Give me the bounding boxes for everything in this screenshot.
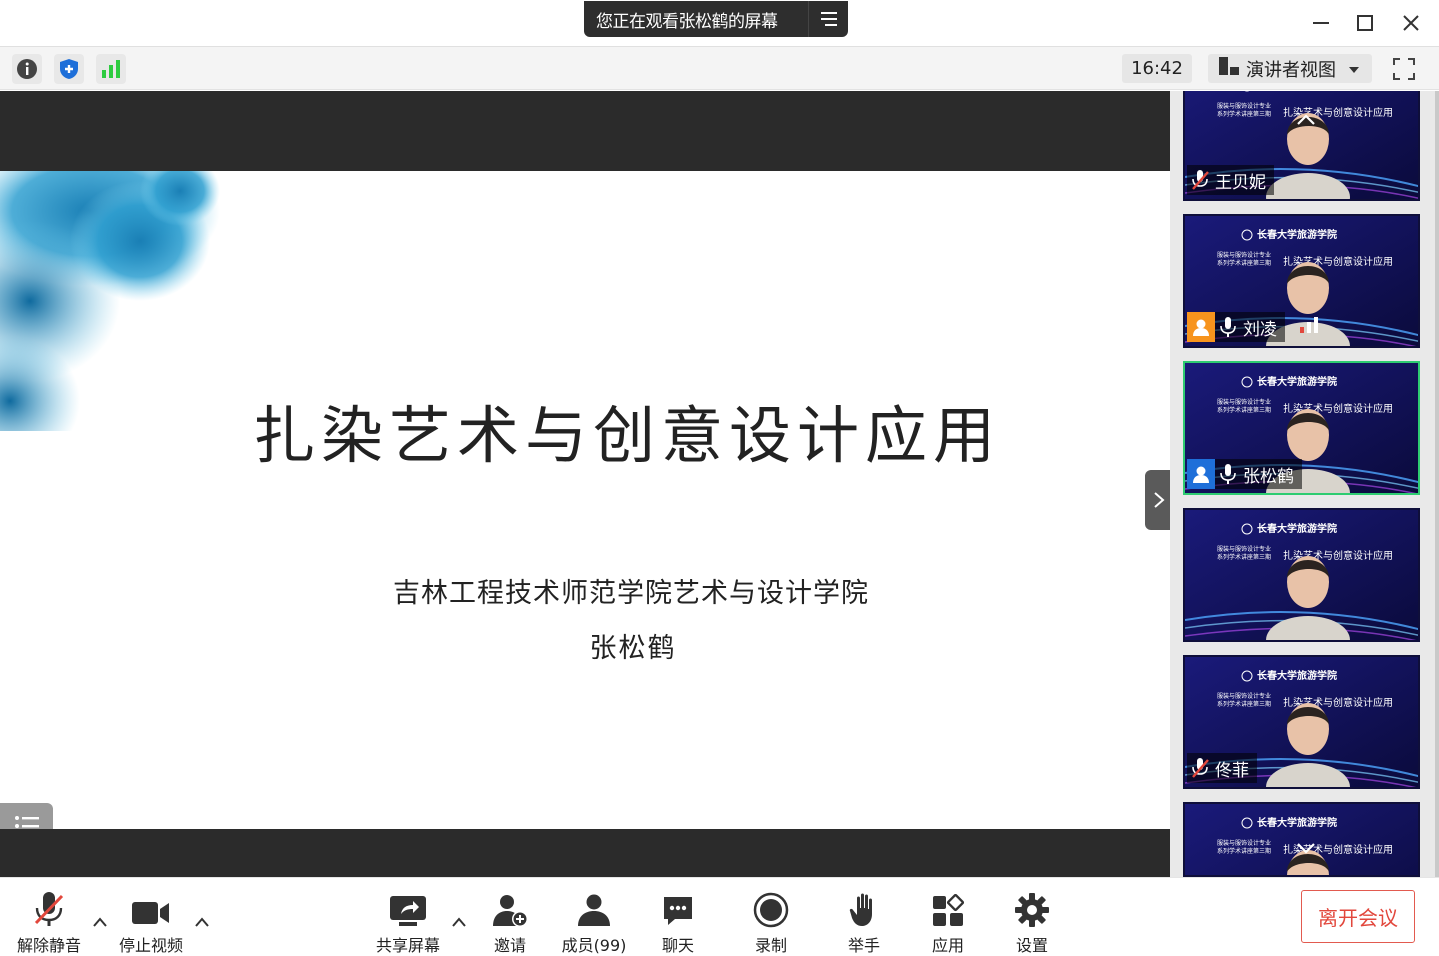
participant-video-person (1266, 703, 1350, 787)
share-screen-label: 共享屏幕 (375, 936, 440, 955)
meeting-toolbar: 解除静音 停止视频 共享屏幕 邀请 成员(99) 聊天 录制 举手 应用 设置 … (0, 877, 1439, 956)
share-screen-icon (389, 890, 427, 928)
members-button[interactable]: 成员(99) (554, 890, 634, 956)
minimize-button[interactable] (1306, 8, 1336, 38)
banner-school: 长春大学旅游学院 (1257, 671, 1337, 682)
scroll-down-chevron-icon[interactable] (1292, 838, 1320, 858)
participant-tile[interactable]: 长春大学旅游学院 服装与服饰设计专业 系列学术讲座第三期 扎染艺术与创意设计应用 张松鹤 (1183, 361, 1420, 495)
close-button[interactable] (1396, 8, 1426, 38)
participant-tile[interactable]: 长春大学旅游学院 服装与服饰设计专业 系列学术讲座第三期 扎染艺术与创意设计应用 刘凌 (1183, 214, 1420, 348)
network-signal-icon[interactable] (96, 54, 126, 84)
record-button[interactable]: 录制 (731, 890, 811, 956)
apps-button[interactable]: 应用 (908, 890, 988, 956)
stop-video-button[interactable]: 停止视频 (111, 890, 191, 956)
leave-meeting-button[interactable]: 离开会议 (1301, 890, 1415, 943)
share-screen-button[interactable]: 共享屏幕 (368, 890, 448, 956)
slide-author: 张松鹤 (589, 633, 677, 664)
scroll-up-chevron-icon[interactable] (1292, 110, 1320, 130)
participant-name: 张松鹤 (1243, 466, 1294, 487)
participant-name: 佟菲 (1215, 760, 1249, 781)
participant-name-bar: 王贝妮 (1187, 165, 1274, 195)
hand-icon (849, 890, 879, 928)
participant-signal-icon (1299, 316, 1319, 338)
banner-school: 长春大学旅游学院 (1257, 524, 1337, 535)
info-icon[interactable] (12, 54, 42, 84)
maximize-button[interactable] (1350, 8, 1380, 38)
participant-tile[interactable]: 长春大学旅游学院服装与服饰设计专业系列学术讲座第三期扎染艺术与创意设计应用王贝妮 (1183, 91, 1420, 201)
invite-label: 邀请 (493, 936, 526, 955)
video-camera-icon (131, 890, 171, 928)
muted-mic-icon (1187, 165, 1213, 195)
collapse-rail-button[interactable] (1145, 470, 1173, 530)
participant-name-bar: 刘凌 (1187, 312, 1285, 342)
banner-school: 长春大学旅游学院 (1257, 91, 1337, 92)
chat-bubble-icon (661, 890, 695, 928)
record-label: 录制 (754, 936, 787, 955)
apps-label: 应用 (931, 936, 964, 955)
banner-school: 长春大学旅游学院 (1257, 230, 1337, 241)
gear-icon (1014, 890, 1050, 928)
unmute-button[interactable]: 解除静音 (9, 890, 89, 956)
chat-label: 聊天 (661, 936, 694, 955)
presentation-slide: 扎染艺术与创意设计应用 吉林工程技术师范学院艺术与设计学院 张松鹤 (0, 171, 1170, 829)
mic-icon (1215, 312, 1241, 342)
screen-share-notice[interactable]: 您正在观看张松鹤的屏幕 (584, 1, 848, 37)
banner-school: 长春大学旅游学院 (1257, 818, 1337, 829)
apps-grid-icon (931, 890, 965, 928)
members-icon (575, 890, 613, 928)
participant-avatar-icon (1187, 312, 1215, 342)
shared-screen: 扎染艺术与创意设计应用 吉林工程技术师范学院艺术与设计学院 张松鹤 (0, 91, 1170, 877)
layout-icon (1218, 56, 1240, 81)
chat-button[interactable]: 聊天 (638, 890, 718, 956)
meeting-clock: 16:42 (1122, 54, 1192, 83)
share-options-chevron-up-icon[interactable] (449, 914, 469, 930)
banner-school: 长春大学旅游学院 (1257, 377, 1337, 388)
participant-tile[interactable]: 长春大学旅游学院 服装与服饰设计专业 系列学术讲座第三期 扎染艺术与创意设计应用 佟菲 (1183, 655, 1420, 789)
security-shield-icon[interactable] (54, 54, 84, 84)
participant-name-bar: 佟菲 (1187, 753, 1257, 783)
unmute-label: 解除静音 (16, 936, 81, 955)
sharing-menu-icon[interactable] (808, 1, 848, 37)
slide-subtitle: 吉林工程技术师范学院艺术与设计学院 (393, 578, 869, 609)
muted-mic-icon (1187, 753, 1213, 783)
view-mode-select[interactable]: 演讲者视图 (1208, 54, 1372, 83)
record-icon (753, 890, 789, 928)
slide-title: 扎染艺术与创意设计应用 (252, 399, 1001, 472)
participant-video-person (1266, 556, 1350, 640)
invite-button[interactable]: 邀请 (470, 890, 550, 956)
mic-icon (1215, 459, 1241, 489)
stop-video-label: 停止视频 (118, 936, 183, 955)
raise-hand-label: 举手 (847, 936, 880, 955)
audio-options-chevron-up-icon[interactable] (90, 914, 110, 930)
fullscreen-icon[interactable] (1388, 54, 1420, 83)
chevron-down-icon (1348, 58, 1360, 79)
slide-list-icon[interactable] (0, 803, 53, 829)
settings-button[interactable]: 设置 (992, 890, 1072, 956)
video-options-chevron-up-icon[interactable] (192, 914, 212, 930)
title-bar: 您正在观看张松鹤的屏幕 (0, 0, 1439, 46)
participant-avatar-icon (1187, 459, 1215, 489)
add-person-icon (491, 890, 529, 928)
members-label: 成员(99) (561, 936, 627, 955)
raise-hand-button[interactable]: 举手 (824, 890, 904, 956)
participant-tile[interactable]: 长春大学旅游学院 服装与服饰设计专业 系列学术讲座第三期 扎染艺术与创意设计应用 (1183, 508, 1420, 642)
sharing-notice-text: 您正在观看张松鹤的屏幕 (596, 11, 778, 32)
participant-name-bar: 张松鹤 (1187, 459, 1302, 489)
view-mode-label: 演讲者视图 (1246, 59, 1336, 81)
meeting-info-bar: 16:42 演讲者视图 (0, 46, 1439, 90)
participant-name: 王贝妮 (1215, 172, 1266, 193)
settings-label: 设置 (1015, 936, 1048, 955)
muted-mic-icon (32, 890, 66, 928)
participant-name: 刘凌 (1243, 319, 1277, 340)
rail-scrollbar[interactable] (1435, 91, 1439, 877)
